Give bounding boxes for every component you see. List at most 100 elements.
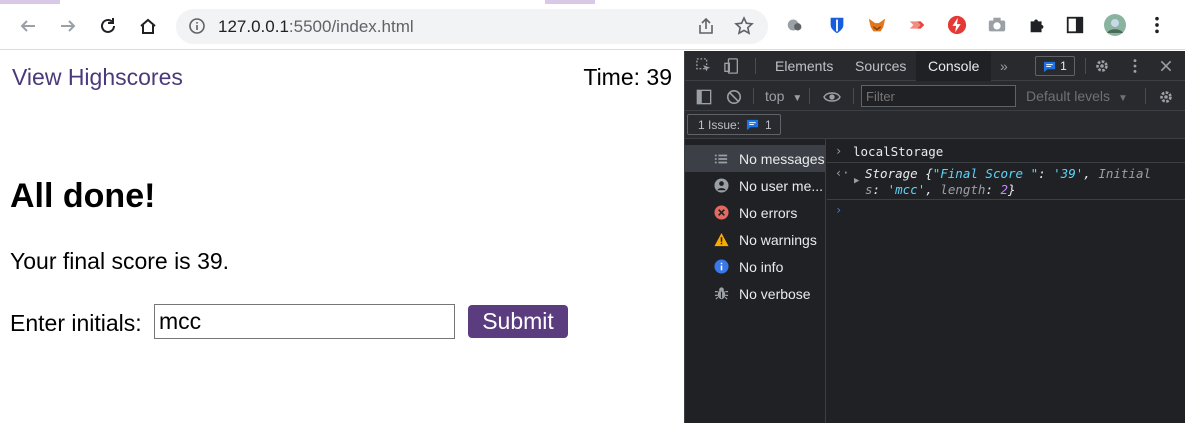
share-icon[interactable]	[696, 16, 716, 36]
browser-toolbar: 127.0.0.1:5500/index.html	[0, 0, 1185, 50]
result-arrow-icon: ‹·	[835, 166, 850, 180]
divider	[853, 88, 854, 104]
storage-key-length: length	[940, 182, 986, 197]
extension-bolt-icon[interactable]	[946, 14, 968, 36]
caret-down-icon: ▼	[792, 93, 803, 104]
divider	[753, 88, 754, 104]
initials-input[interactable]	[154, 304, 455, 339]
storage-key-initials-1: Initial	[1098, 166, 1152, 181]
divider	[1145, 88, 1146, 104]
storage-prefix: Storage {	[865, 166, 933, 181]
issues-badge-button[interactable]: 1	[1035, 56, 1075, 76]
issues-pill-count: 1	[765, 117, 772, 132]
prompt-chevron-icon: ›	[835, 203, 843, 217]
divider	[1085, 58, 1086, 74]
extension-camera-icon[interactable]	[986, 14, 1008, 36]
message-icon	[1044, 61, 1056, 72]
tab-elements[interactable]: Elements	[775, 51, 833, 81]
context-selector[interactable]: top ▼	[765, 88, 802, 104]
storage-key-final-score: "Final Score "	[932, 166, 1039, 181]
address-bar[interactable]: 127.0.0.1:5500/index.html	[176, 9, 768, 44]
user-icon	[713, 178, 729, 194]
initials-label: Enter initials:	[10, 310, 142, 336]
log-levels-dropdown[interactable]: Default levels ▼	[1026, 88, 1128, 104]
storage-val-final-score: '39'	[1053, 166, 1084, 181]
storage-object-line2: s: 'mcc', length: 2}	[865, 182, 1016, 197]
side-panel-icon[interactable]	[1064, 14, 1086, 36]
sidebar-item-errors[interactable]: No errors	[685, 199, 826, 226]
extensions-puzzle-icon[interactable]	[1026, 14, 1048, 36]
sidebar-item-messages[interactable]: No messages	[685, 145, 826, 172]
extension-shield-icon[interactable]	[826, 14, 848, 36]
console-toolbar: top ▼ Default levels ▼	[685, 81, 1185, 111]
settings-gear-icon[interactable]	[1093, 57, 1111, 75]
expand-triangle-icon[interactable]: ▶	[854, 176, 859, 186]
tab-strip	[0, 0, 1185, 4]
inspect-element-icon[interactable]	[695, 57, 713, 75]
storage-object-line1: Storage {"Final Score ": '39', Initial	[865, 166, 1152, 181]
bug-icon	[713, 286, 729, 302]
devtools-panel: Elements Sources Console » 1 top ▼ Filte…	[684, 51, 1185, 423]
console-prompt-row[interactable]: ›	[827, 200, 1185, 222]
sidebar-item-info[interactable]: No info	[685, 253, 826, 280]
console-output: › localStorage ‹· ▶ Storage {"Final Scor…	[827, 139, 1185, 423]
menu-kebab-icon[interactable]	[1146, 14, 1168, 36]
url-host: 127.0.0.1	[218, 17, 289, 36]
sidebar-item-label: No warnings	[739, 231, 817, 248]
sidebar-item-warnings[interactable]: No warnings	[685, 226, 826, 253]
final-score-text: Your final score is 39.	[10, 248, 230, 274]
reload-button[interactable]	[94, 12, 122, 40]
page-title: All done!	[10, 177, 156, 215]
console-input-text: localStorage	[853, 144, 944, 159]
profile-avatar[interactable]	[1104, 14, 1126, 36]
clear-console-icon[interactable]	[725, 88, 743, 106]
error-icon	[713, 205, 729, 221]
timer-display: Time: 39	[583, 64, 672, 90]
site-info-icon[interactable]	[188, 17, 206, 35]
sidebar-item-label: No verbose	[739, 285, 811, 302]
console-settings-gear-icon[interactable]	[1157, 88, 1175, 106]
back-button[interactable]	[14, 12, 42, 40]
arrow-left-icon	[20, 20, 35, 32]
extension-arrow-icon[interactable]	[906, 14, 928, 36]
console-sidebar: No messages No user me... No errors No w…	[685, 139, 826, 423]
sidebar-toggle-icon[interactable]	[695, 88, 713, 106]
tab-edge-left	[0, 0, 60, 4]
submit-button[interactable]: Submit	[468, 305, 568, 338]
more-tabs-chevron-icon[interactable]: »	[1000, 51, 1008, 81]
issues-pill-button[interactable]: 1 Issue: 1	[687, 114, 781, 135]
devtools-menu-kebab-icon[interactable]	[1126, 57, 1144, 75]
message-icon	[746, 119, 759, 131]
extension-cloud-icon[interactable]	[784, 14, 806, 36]
warning-icon	[713, 232, 729, 248]
bookmark-star-icon[interactable]	[734, 16, 754, 36]
tab-sources[interactable]: Sources	[855, 51, 906, 81]
console-input-row: › localStorage	[827, 139, 1185, 163]
console-result-row[interactable]: ‹· ▶ Storage {"Final Score ": '39', Init…	[827, 163, 1185, 200]
url-path: :5500/index.html	[288, 17, 414, 36]
reload-icon	[101, 18, 115, 33]
extension-fox-icon[interactable]	[866, 14, 888, 36]
device-toolbar-icon[interactable]	[723, 57, 741, 75]
issues-badge-count: 1	[1060, 59, 1067, 73]
tab-edge-right	[545, 0, 595, 4]
sidebar-item-user-messages[interactable]: No user me...	[685, 172, 826, 199]
info-icon	[713, 259, 729, 275]
close-icon[interactable]	[1157, 57, 1175, 75]
sidebar-item-label: No errors	[739, 204, 798, 221]
live-expression-eye-icon[interactable]	[822, 88, 842, 106]
sidebar-item-verbose[interactable]: No verbose	[685, 280, 826, 307]
storage-val-length: 2	[1000, 182, 1009, 197]
list-icon	[713, 151, 729, 167]
home-button[interactable]	[134, 12, 162, 40]
console-filter-input[interactable]	[861, 85, 1016, 107]
caret-down-icon: ▼	[1117, 93, 1128, 104]
home-icon	[140, 18, 156, 34]
forward-button[interactable]	[54, 12, 82, 40]
url-text: 127.0.0.1:5500/index.html	[218, 17, 414, 37]
log-levels-label: Default levels	[1026, 88, 1111, 104]
arrow-right-icon	[61, 20, 76, 32]
divider	[809, 88, 810, 104]
view-highscores-link[interactable]: View Highscores	[12, 64, 183, 91]
tab-console[interactable]: Console	[916, 51, 992, 81]
